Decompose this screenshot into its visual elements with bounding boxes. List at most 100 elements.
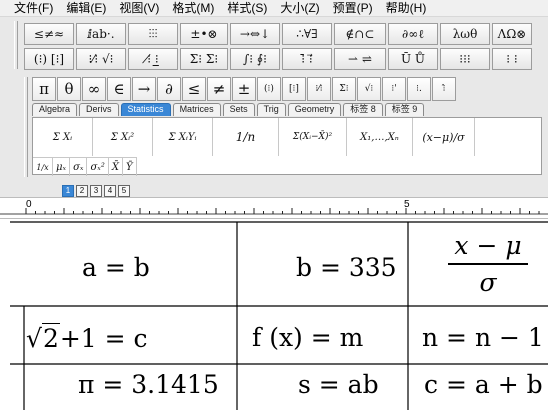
box-templates-button[interactable]: ⁝ ⁝ xyxy=(492,48,532,70)
tab-9[interactable]: 标签 9 xyxy=(384,103,425,116)
hat-accent-button[interactable]: ⁝̂ xyxy=(432,77,456,101)
menu-preferences[interactable]: 预置(P) xyxy=(333,1,373,16)
y-bar-template[interactable]: Ȳ xyxy=(123,158,137,176)
small-bar-row: π θ ∞ ∈ → ∂ ≤ ≠ ± (⁝) [⁝] ⁝⁄⁝ Σ⁝ √⁝ ⁝' ⁝… xyxy=(32,77,457,101)
fraction-bar xyxy=(448,263,528,265)
dot-accent-button[interactable]: ⁝. xyxy=(407,77,431,101)
equation-a-equals-b[interactable]: a = b xyxy=(82,253,150,282)
fraction-radical-templates-button[interactable]: ⁝⁄⁝ √⁝ xyxy=(76,48,126,70)
tab-page-selector: 1 2 3 4 5 xyxy=(62,185,132,197)
spaces-palette-button[interactable]: ⅈab·. xyxy=(76,23,126,45)
tab-matrices[interactable]: Matrices xyxy=(172,103,221,116)
fraction-denominator: σ xyxy=(479,267,497,297)
tab-page-1[interactable]: 1 xyxy=(62,185,74,197)
tab-page-2[interactable]: 2 xyxy=(76,185,88,197)
sum-x-squared-template[interactable]: Σ Xᵢ² xyxy=(93,118,153,156)
menu-format[interactable]: 格式(M) xyxy=(172,1,214,16)
reciprocal-template[interactable]: 1/x xyxy=(33,158,53,176)
equation-z-score-fraction[interactable]: x − μ σ xyxy=(448,231,528,297)
tab-page-5[interactable]: 5 xyxy=(118,185,130,197)
underbar-overbar-templates-button[interactable]: ⁝̄ ⁝⃗ xyxy=(282,48,332,70)
right-arrow-button[interactable]: → xyxy=(132,77,156,101)
symbol-palette-row-1: ≤≠≈ ⅈab·. ⫶⫶⫶ ±•⊗ →⇔↓ ∴∀∃ ∉∩⊂ ∂∞ℓ λωθ ΛΩ… xyxy=(24,23,532,45)
theta-button[interactable]: θ xyxy=(57,77,81,101)
tab-sets[interactable]: Sets xyxy=(222,103,255,116)
template-tab-strip: Algebra Derivs Statistics Matrices Sets … xyxy=(32,103,548,117)
prime-button[interactable]: ⁝' xyxy=(382,77,406,101)
partial-button[interactable]: ∂ xyxy=(157,77,181,101)
sigma-x-template[interactable]: σₓ xyxy=(70,158,88,176)
logic-palette-button[interactable]: ∴∀∃ xyxy=(282,23,332,45)
panel-grip[interactable] xyxy=(24,77,28,177)
operators-palette-button[interactable]: ±•⊗ xyxy=(180,23,228,45)
products-set-templates-button[interactable]: Ū Ů xyxy=(388,48,438,70)
fraction-button[interactable]: ⁝⁄⁝ xyxy=(307,77,331,101)
less-equal-button[interactable]: ≤ xyxy=(182,77,206,101)
radical-button[interactable]: √⁝ xyxy=(357,77,381,101)
tab-statistics[interactable]: Statistics xyxy=(120,103,171,116)
z-score-template[interactable]: (x−μ)/σ xyxy=(413,118,475,156)
tab-page-4[interactable]: 4 xyxy=(104,185,116,197)
tab-page-3[interactable]: 3 xyxy=(90,185,102,197)
radicand: 2 xyxy=(41,323,60,353)
equation-pi-value[interactable]: π = 3.1415 xyxy=(78,370,219,399)
sigma-x-squared-template[interactable]: σₓ² xyxy=(87,158,109,176)
tab-8[interactable]: 标签 8 xyxy=(343,103,383,116)
menu-bar: 文件(F) 编辑(E) 视图(V) 格式(M) 样式(S) 大小(Z) 预置(P… xyxy=(0,0,548,17)
radical-sign-icon: √ xyxy=(26,324,42,353)
sum-xy-template[interactable]: Σ XᵢYᵢ xyxy=(153,118,213,156)
plus-minus-button[interactable]: ± xyxy=(232,77,256,101)
arrows-palette-button[interactable]: →⇔↓ xyxy=(230,23,280,45)
pi-button[interactable]: π xyxy=(32,77,56,101)
menu-view[interactable]: 视图(V) xyxy=(119,1,159,16)
ruler-start-label: 0 xyxy=(26,199,32,210)
equation-remainder: +1 = c xyxy=(59,324,148,353)
toolbar-area: ≤≠≈ ⅈab·. ⫶⫶⫶ ±•⊗ →⇔↓ ∴∀∃ ∉∩⊂ ∂∞ℓ λωθ ΛΩ… xyxy=(0,17,548,197)
fence-templates-button[interactable]: (⁝) [⁝] xyxy=(24,48,74,70)
element-of-button[interactable]: ∈ xyxy=(107,77,131,101)
parentheses-button[interactable]: (⁝) xyxy=(257,77,281,101)
menu-file[interactable]: 文件(F) xyxy=(14,1,53,16)
sum-x-template[interactable]: Σ Xᵢ xyxy=(33,118,93,156)
summation-button[interactable]: Σ⁝ xyxy=(332,77,356,101)
tab-geometry[interactable]: Geometry xyxy=(287,103,342,116)
x-sequence-template[interactable]: X₁,…,Xₙ xyxy=(347,118,413,156)
statistics-template-panel: Σ Xᵢ Σ Xᵢ² Σ XᵢYᵢ 1/n Σ(Xᵢ−X̄)² X₁,…,Xₙ … xyxy=(32,117,542,176)
tab-algebra[interactable]: Algebra xyxy=(32,103,78,116)
subscript-templates-button[interactable]: ⁝̸ ⁝̲ xyxy=(128,48,178,70)
relations-palette-button[interactable]: ≤≠≈ xyxy=(24,23,74,45)
horizontal-ruler[interactable]: 0 5 xyxy=(0,197,548,219)
sum-squared-deviation-template[interactable]: Σ(Xᵢ−X̄)² xyxy=(279,118,347,156)
integral-templates-button[interactable]: ∫⁝ ∮⁝ xyxy=(230,48,280,70)
one-over-n-template[interactable]: 1/n xyxy=(213,118,279,156)
x-bar-template[interactable]: X̄ xyxy=(109,158,123,176)
not-equal-button[interactable]: ≠ xyxy=(207,77,231,101)
menu-style[interactable]: 样式(S) xyxy=(227,1,267,16)
equation-sqrt-two-plus-one[interactable]: √2+1 = c xyxy=(26,323,148,353)
menu-edit[interactable]: 编辑(E) xyxy=(66,1,106,16)
greek-upper-palette-button[interactable]: ΛΩ⊗ xyxy=(492,23,532,45)
mu-x-template[interactable]: μₓ xyxy=(53,158,71,176)
menu-help[interactable]: 帮助(H) xyxy=(386,1,427,16)
fraction-numerator: x − μ xyxy=(454,231,522,260)
brackets-button[interactable]: [⁝] xyxy=(282,77,306,101)
matrix-templates-button[interactable]: ⁝⁝⁝ xyxy=(440,48,490,70)
menu-size[interactable]: 大小(Z) xyxy=(280,1,319,16)
equation-f-of-x[interactable]: f (x) = m xyxy=(252,323,363,352)
summation-templates-button[interactable]: Σ⁝ Σ⁝ xyxy=(180,48,228,70)
embellishments-palette-button[interactable]: ⫶⫶⫶ xyxy=(128,23,178,45)
tab-trig[interactable]: Trig xyxy=(256,103,286,116)
toolbar-grip[interactable] xyxy=(14,21,18,69)
equation-c-equals-a-plus-b[interactable]: c = a + b xyxy=(424,370,543,399)
greek-lower-palette-button[interactable]: λωθ xyxy=(440,23,490,45)
tab-derivs[interactable]: Derivs xyxy=(79,103,119,116)
labeled-arrow-templates-button[interactable]: ⇀ ⇌ xyxy=(334,48,386,70)
equation-s-equals-ab[interactable]: s = ab xyxy=(298,370,379,399)
equation-b-equals-335[interactable]: b = 335 xyxy=(296,253,397,282)
equation-n-equals-n-minus-1[interactable]: n = n − 1 xyxy=(422,323,544,352)
equation-document[interactable]: a = b b = 335 x − μ σ √2+1 = c f (x) = m… xyxy=(0,219,548,410)
misc-symbols-palette-button[interactable]: ∂∞ℓ xyxy=(388,23,438,45)
infinity-button[interactable]: ∞ xyxy=(82,77,106,101)
set-theory-palette-button[interactable]: ∉∩⊂ xyxy=(334,23,386,45)
ruler-mid-label: 5 xyxy=(404,199,410,210)
